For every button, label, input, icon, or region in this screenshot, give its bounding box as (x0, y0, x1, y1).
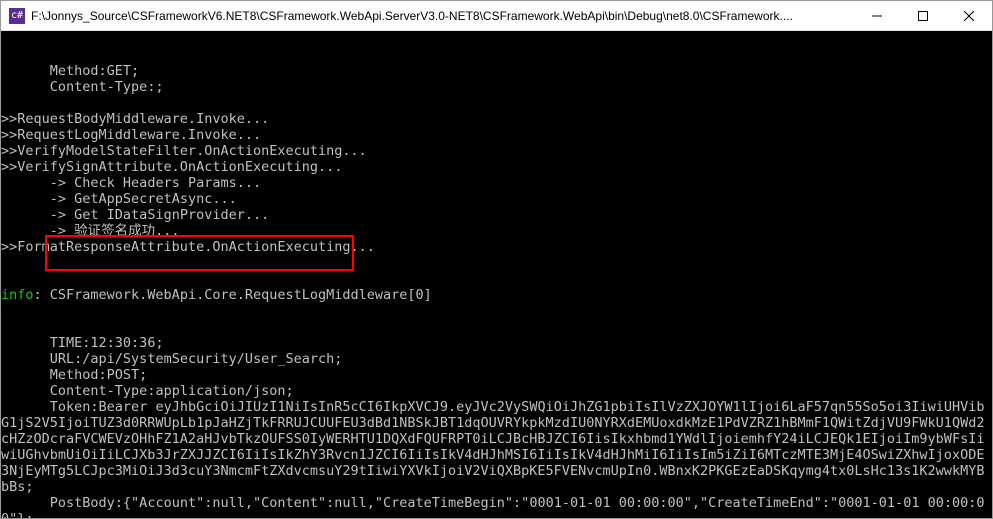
maximize-button[interactable] (900, 1, 946, 30)
console-line: Content-Type:; (1, 79, 992, 95)
console-line: Method:GET; (1, 63, 992, 79)
console-line: Content-Type:application/json; (1, 383, 992, 399)
close-button[interactable] (946, 1, 992, 30)
window-title: F:\Jonnys_Source\CSFrameworkV6.NET8\CSFr… (31, 9, 854, 23)
console-line: TIME:12:30:36; (1, 335, 992, 351)
console-line: >>VerifySignAttribute.OnActionExecuting.… (1, 159, 992, 175)
console-line: PostBody:{"Account":null,"Content":null,… (1, 495, 992, 518)
window-controls (854, 1, 992, 30)
minimize-button[interactable] (854, 1, 900, 30)
console-line: -> Get IDataSignProvider... (1, 207, 992, 223)
console-line: -> Check Headers Params... (1, 175, 992, 191)
console-line: >>RequestLogMiddleware.Invoke... (1, 127, 992, 143)
log-source: : CSFramework.WebApi.Core.RequestLogMidd… (34, 287, 432, 303)
console-line: -> 验证签名成功... (1, 223, 992, 239)
console-line (1, 95, 992, 111)
console-line: >>FormatResponseAttribute.OnActionExecut… (1, 239, 992, 255)
console-output[interactable]: Method:GET; Content-Type:; >>RequestBody… (1, 31, 992, 518)
console-line: URL:/api/SystemSecurity/User_Search; (1, 351, 992, 367)
console-line: Token:Bearer eyJhbGciOiJIUzI1NiIsInR5cCI… (1, 399, 992, 495)
titlebar[interactable]: c# F:\Jonnys_Source\CSFrameworkV6.NET8\C… (1, 1, 992, 31)
console-line: Method:POST; (1, 367, 992, 383)
app-icon: c# (9, 8, 25, 24)
log-level-info: info (1, 287, 34, 303)
console-line: -> GetAppSecretAsync... (1, 191, 992, 207)
console-line: >>RequestBodyMiddleware.Invoke... (1, 111, 992, 127)
console-line: >>VerifyModelStateFilter.OnActionExecuti… (1, 143, 992, 159)
console-window: c# F:\Jonnys_Source\CSFrameworkV6.NET8\C… (0, 0, 993, 519)
